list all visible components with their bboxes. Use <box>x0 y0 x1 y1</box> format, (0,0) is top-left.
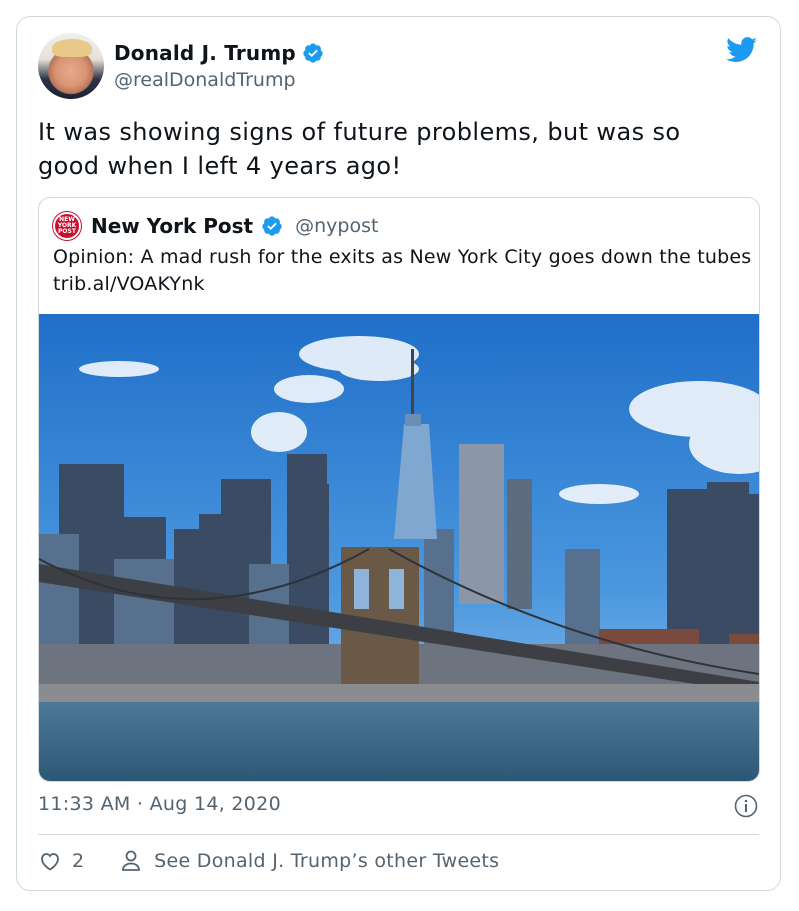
quoted-tweet-header: NEW YORK POST New York Post @nypost <box>53 212 378 240</box>
quoted-author-name[interactable]: New York Post <box>91 214 253 238</box>
tweet-timestamp[interactable]: 11:33 AM · Aug 14, 2020 <box>38 793 281 815</box>
nypost-logo: NEW YORK POST <box>53 212 81 240</box>
verified-badge-icon <box>303 43 323 63</box>
twitter-bird-icon[interactable] <box>726 37 758 63</box>
nypost-logo-text: NEW YORK POST <box>57 216 77 235</box>
info-icon[interactable] <box>734 794 758 818</box>
tweet-card: Donald J. Trump @realDonaldTrump It was … <box>16 16 781 891</box>
nyc-skyline-photo[interactable] <box>39 314 759 781</box>
see-other-tweets-link[interactable]: See Donald J. Trump’s other Tweets <box>154 850 499 872</box>
author-handle[interactable]: @realDonaldTrump <box>114 69 296 91</box>
quoted-author-handle[interactable]: @nypost <box>295 215 378 237</box>
like-count[interactable]: 2 <box>72 850 84 872</box>
author-avatar[interactable] <box>38 33 104 99</box>
verified-badge-icon <box>262 216 282 236</box>
author-name-row[interactable]: Donald J. Trump <box>114 41 324 65</box>
author-name[interactable]: Donald J. Trump <box>114 41 296 65</box>
quoted-tweet-text: Opinion: A mad rush for the exits as New… <box>53 246 752 295</box>
tweet-actions: 2 See Donald J. Trump’s other Tweets <box>38 849 499 873</box>
tweet-text: It was showing signs of future problems,… <box>38 118 681 180</box>
divider <box>38 834 759 835</box>
person-icon[interactable] <box>120 849 142 873</box>
quoted-tweet[interactable]: NEW YORK POST New York Post @nypost Opin… <box>38 197 760 782</box>
heart-icon[interactable] <box>38 849 62 873</box>
